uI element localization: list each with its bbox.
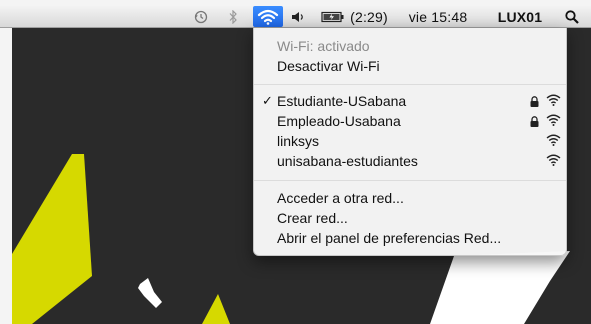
volume-icon[interactable] (289, 6, 309, 27)
white-shard (138, 278, 162, 308)
battery-time[interactable]: (2:29) (346, 6, 392, 27)
spotlight-icon[interactable] (562, 6, 582, 27)
time-machine-icon[interactable] (192, 6, 210, 27)
open-network-preferences-item[interactable]: Abrir el panel de preferencias Red... (254, 228, 566, 248)
wifi-signal-icon (546, 114, 561, 126)
wifi-menu-button[interactable] (253, 6, 283, 27)
lock-icon (530, 116, 539, 127)
wifi-dropdown-menu: Wi-Fi: activado Desactivar Wi-Fi ✓ Estud… (253, 28, 567, 256)
wifi-icon (257, 9, 279, 25)
yellow-shard-bottom (202, 294, 230, 324)
network-item[interactable]: Empleado-Usabana (254, 111, 566, 131)
menu-separator (254, 84, 566, 85)
wifi-signal-icon (546, 154, 561, 166)
wifi-signal-icon (546, 94, 561, 106)
wifi-status: Wi-Fi: activado (277, 38, 370, 54)
network-item[interactable]: linksys (254, 131, 566, 151)
yellow-shard-left (12, 154, 92, 324)
toggle-wifi-item[interactable]: Desactivar Wi-Fi (254, 56, 566, 76)
user-menu[interactable]: LUX01 (492, 6, 548, 27)
wifi-signal-icon (546, 134, 561, 146)
network-item[interactable]: ✓ Estudiante-USabana (254, 91, 566, 111)
join-other-network-item[interactable]: Acceder a otra red... (254, 188, 566, 208)
menu-separator (254, 180, 566, 181)
battery-icon[interactable] (320, 6, 346, 27)
menu-bar: (2:29) vie 15:48 LUX01 (0, 6, 591, 28)
network-item[interactable]: unisabana-estudiantes (254, 151, 566, 171)
bluetooth-icon[interactable] (226, 6, 240, 27)
lock-icon (530, 96, 539, 107)
checkmark-icon: ✓ (262, 93, 273, 108)
white-shard-right (430, 251, 570, 324)
clock[interactable]: vie 15:48 (400, 6, 476, 27)
create-network-item[interactable]: Crear red... (254, 208, 566, 228)
